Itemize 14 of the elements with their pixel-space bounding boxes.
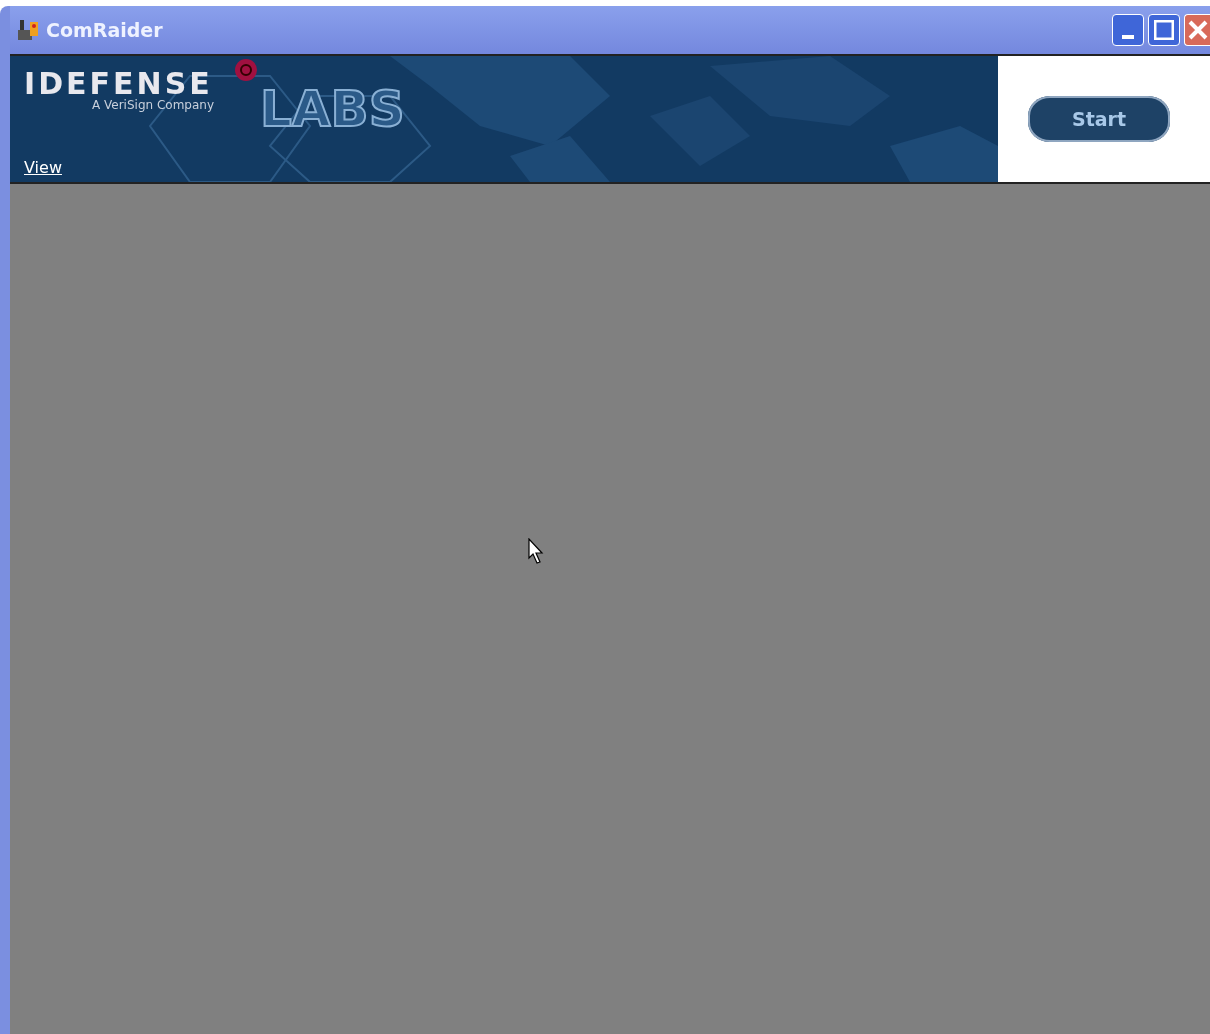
maximize-icon [1154, 20, 1174, 40]
minimize-icon [1122, 35, 1134, 39]
close-icon [1187, 20, 1208, 40]
minimize-button[interactable] [1112, 14, 1144, 46]
seal-icon [234, 58, 258, 82]
close-button[interactable] [1184, 14, 1210, 46]
start-button[interactable]: Start [1028, 96, 1170, 142]
maximize-button[interactable] [1148, 14, 1180, 46]
tagline: A VeriSign Company [92, 98, 215, 112]
cursor-icon [528, 538, 546, 564]
window-title: ComRaider [46, 19, 163, 41]
view-link[interactable]: View [24, 158, 62, 177]
labs-text: LABS [260, 80, 405, 138]
app-icon [16, 18, 40, 42]
